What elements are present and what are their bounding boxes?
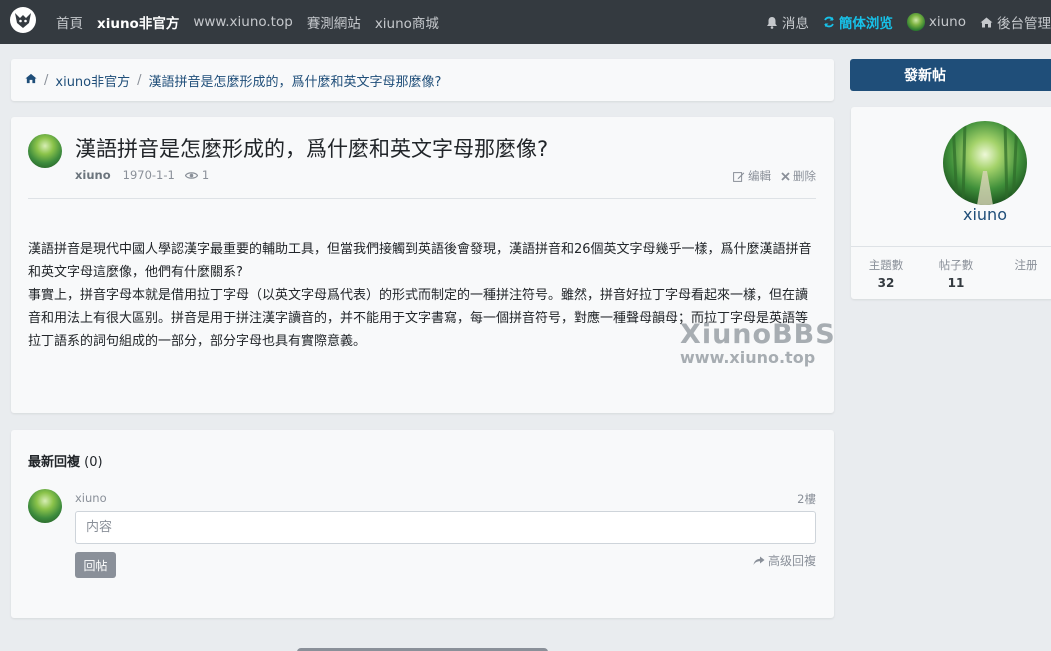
user-profile-card: xiuno 主題數 32 帖子數 11 注册	[851, 107, 1051, 299]
stat-label: 帖子數	[938, 258, 974, 272]
thread-author[interactable]: xiuno	[75, 168, 111, 182]
thread-divider	[28, 198, 816, 199]
watermark-url: www.xiuno.top	[680, 348, 816, 367]
new-post-button[interactable]: 發新帖	[850, 59, 1051, 91]
view-count: 1	[201, 168, 210, 182]
language-label: 簡体浏览	[838, 16, 893, 32]
floor-number: 2樓	[797, 492, 816, 506]
stat-label: 主題數	[868, 258, 904, 272]
thread-title: 漢語拼音是怎麼形成的，爲什麼和英文字母那麼像?	[75, 137, 549, 161]
edit-button[interactable]: 编輯	[733, 168, 771, 184]
breadcrumb-separator: /	[44, 72, 49, 88]
close-icon	[781, 171, 790, 181]
thread-paragraph: 漢語拼音是現代中國人學認漢字最重要的輔助工具，但當我們接觸到英語後會發現，漢語拼…	[28, 242, 812, 280]
user-avatar	[906, 13, 925, 31]
delete-label: 删除	[793, 169, 816, 183]
thread-actions: 编輯 删除	[723, 168, 816, 184]
profile-stats: 主題數 32 帖子數 11 注册	[851, 257, 1051, 290]
bell-icon	[766, 16, 778, 29]
reply-input[interactable]	[75, 511, 816, 544]
profile-username[interactable]: xiuno	[943, 205, 1027, 224]
home-icon	[980, 17, 993, 28]
thread-meta: xiuno 1970-1-1 1	[75, 168, 209, 182]
reply-heading-label: 最新回複	[28, 455, 81, 470]
stat-value: 32	[877, 276, 895, 290]
thread-date: 1970-1-1	[122, 168, 175, 182]
messages-link[interactable]: 消息	[766, 12, 809, 32]
delete-button[interactable]: 删除	[781, 168, 816, 184]
user-menu[interactable]: xiuno	[906, 13, 966, 31]
nav-item-home[interactable]: 首頁	[56, 12, 83, 32]
stat-threads: 主題數 32	[851, 257, 921, 290]
breadcrumb: / xiuno非官方 / 漢語拼音是怎麼形成的，爲什麼和英文字母那麼像?	[11, 59, 834, 101]
reply-heading: 最新回複 (0)	[28, 451, 103, 470]
breadcrumb-thread-link[interactable]: 漢語拼音是怎麼形成的，爲什麼和英文字母那麼像?	[149, 71, 442, 90]
eye-icon	[184, 171, 198, 180]
stat-posts: 帖子數 11	[921, 257, 991, 290]
stat-label: 注册	[1014, 258, 1038, 272]
advanced-reply-link[interactable]: 高级回複	[753, 552, 816, 569]
language-toggle[interactable]: 簡体浏览	[823, 12, 893, 32]
nav-item-shop[interactable]: xiuno商城	[375, 12, 439, 32]
profile-divider	[851, 246, 1051, 247]
user-name: xiuno	[928, 14, 966, 30]
nav-item-test-site[interactable]: 賽測網站	[307, 12, 361, 32]
reply-avatar	[28, 489, 62, 523]
share-icon	[753, 556, 765, 566]
profile-avatar[interactable]	[943, 121, 1027, 205]
user-nav: 消息 簡体浏览 xiuno 後台管理	[752, 0, 1051, 44]
messages-label: 消息	[781, 16, 809, 32]
reply-submit-button[interactable]: 回帖	[75, 552, 116, 578]
home-icon[interactable]	[25, 73, 37, 88]
nav-item-forum[interactable]: xiuno非官方	[97, 12, 179, 32]
edit-label: 编輯	[748, 169, 771, 183]
advanced-reply-label: 高级回複	[767, 554, 816, 568]
edit-icon	[733, 171, 745, 182]
refresh-icon	[823, 16, 835, 28]
reply-section: 最新回複 (0) xiuno 2樓 回帖 高级回複	[11, 430, 834, 618]
thread-views: 1	[184, 168, 210, 182]
admin-label: 後台管理	[997, 16, 1051, 32]
thread-post: 漢語拼音是怎麼形成的，爲什麼和英文字母那麼像? xiuno 1970-1-1 1…	[11, 117, 836, 413]
breadcrumb-forum-link[interactable]: xiuno非官方	[55, 71, 130, 90]
breadcrumb-separator: /	[137, 72, 142, 88]
top-navbar: 首頁 xiuno非官方 www.xiuno.top 賽測網站 xiuno商城 消…	[0, 0, 1051, 44]
watermark-brand: XiunoBBS	[680, 319, 836, 350]
reply-username: xiuno	[75, 491, 107, 505]
nav-item-site[interactable]: www.xiuno.top	[193, 14, 292, 30]
stat-value: 11	[947, 276, 965, 290]
main-nav: 首頁 xiuno非官方 www.xiuno.top 賽測網站 xiuno商城	[56, 0, 453, 44]
site-logo-icon[interactable]	[10, 7, 36, 33]
admin-link[interactable]: 後台管理	[980, 12, 1051, 32]
author-avatar[interactable]	[28, 134, 62, 168]
stat-registered: 注册	[991, 257, 1051, 290]
watermark: XiunoBBS www.xiuno.top	[680, 321, 836, 366]
reply-count: (0)	[84, 455, 103, 470]
